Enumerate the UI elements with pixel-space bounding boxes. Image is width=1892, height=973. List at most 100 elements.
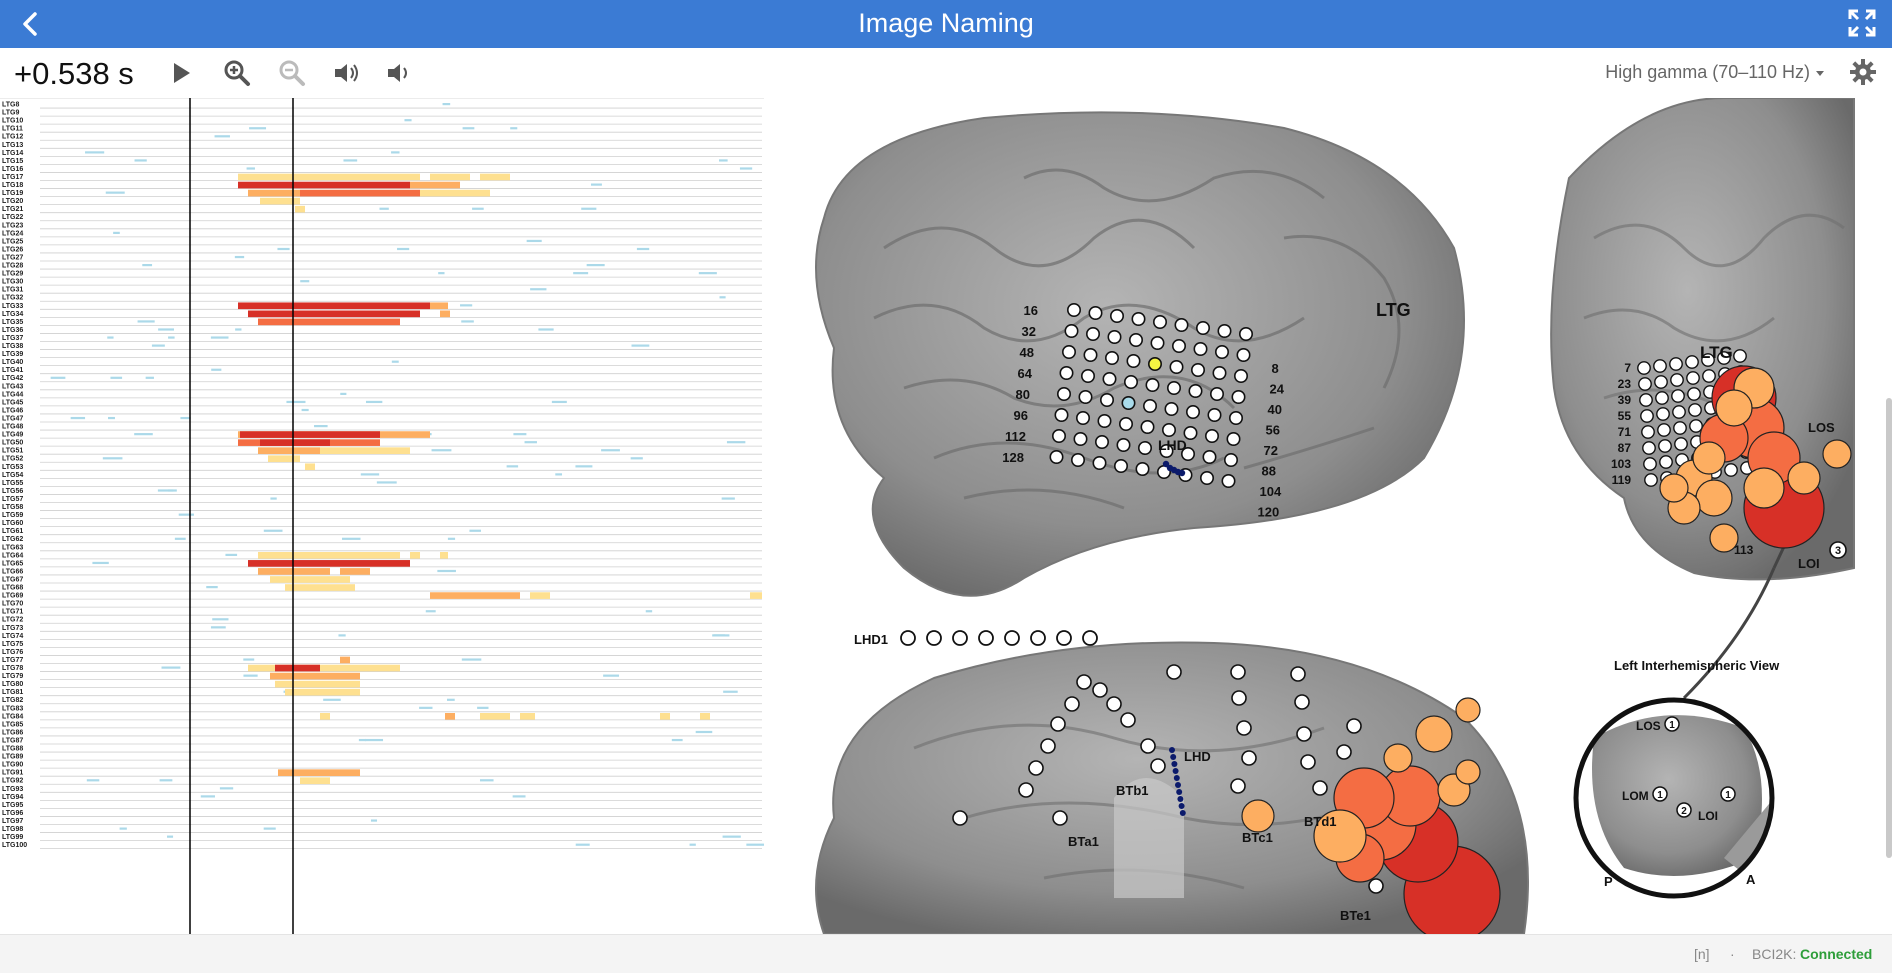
ltg-electrode[interactable]	[1142, 398, 1157, 413]
lhd1-contact[interactable]	[1004, 630, 1020, 646]
ltg-electrode[interactable]	[1238, 327, 1253, 342]
lhd-depth-contact[interactable]	[1179, 810, 1186, 816]
ltg-electrode[interactable]	[1094, 434, 1109, 449]
ltg-electrode[interactable]	[1140, 419, 1155, 434]
lhd-depth-contact[interactable]	[1175, 782, 1181, 788]
occipital-electrode[interactable]	[1659, 455, 1673, 469]
ltg-electrode[interactable]	[1104, 351, 1119, 366]
ltg-electrode[interactable]	[1066, 303, 1081, 318]
zoom-in-icon[interactable]	[222, 58, 252, 88]
ltg-electrode[interactable]	[1121, 395, 1136, 410]
ltg-electrode[interactable]	[1190, 362, 1205, 377]
occipital-electrode[interactable]	[1686, 371, 1700, 385]
lhd-depth-contact[interactable]	[1170, 754, 1177, 760]
ltg-electrode[interactable]	[1064, 324, 1079, 339]
ltg-electrode[interactable]	[1166, 380, 1181, 395]
inferior-electrode[interactable]	[1230, 664, 1246, 680]
ltg-electrode[interactable]	[1204, 428, 1219, 443]
lhd1-contact[interactable]	[926, 630, 942, 646]
inferior-electrode[interactable]	[1346, 718, 1362, 734]
ltg-electrode[interactable]	[1054, 407, 1069, 422]
ltg-electrode[interactable]	[1171, 339, 1186, 354]
ltg-electrode[interactable]	[1150, 336, 1165, 351]
ltg-electrode[interactable]	[1131, 312, 1146, 327]
occipital-electrode[interactable]	[1655, 391, 1669, 405]
ltg-electrode[interactable]	[1123, 374, 1138, 389]
occipital-electrode[interactable]	[1654, 375, 1668, 389]
inferior-electrode[interactable]	[1368, 878, 1384, 894]
fullscreen-icon[interactable]	[1846, 7, 1878, 39]
ltg-electrode[interactable]	[1195, 321, 1210, 336]
ltg-electrode[interactable]	[1188, 383, 1203, 398]
gear-icon[interactable]	[1848, 57, 1878, 87]
inferior-electrode[interactable]	[1106, 696, 1122, 712]
ltg-electrode[interactable]	[1228, 410, 1243, 425]
ltg-electrode[interactable]	[1202, 449, 1217, 464]
inferior-electrode[interactable]	[1294, 694, 1310, 710]
ltg-electrode[interactable]	[1097, 413, 1112, 428]
lhd-depth-contact[interactable]	[1169, 747, 1175, 753]
ltg-electrode[interactable]	[1199, 470, 1214, 485]
ltg-electrode[interactable]	[1113, 458, 1128, 473]
occipital-electrode[interactable]	[1671, 389, 1685, 403]
occipital-electrode[interactable]	[1687, 387, 1701, 401]
lhd1-contact[interactable]	[1056, 630, 1072, 646]
inferior-electrode[interactable]	[1166, 664, 1182, 680]
inferior-electrode[interactable]	[1050, 716, 1066, 732]
ltg-electrode[interactable]	[1070, 452, 1085, 467]
ltg-electrode[interactable]	[1147, 356, 1162, 371]
inferior-electrode[interactable]	[1312, 780, 1328, 796]
inferior-electrode[interactable]	[952, 810, 968, 826]
volume-up-icon[interactable]	[384, 58, 414, 88]
lhd-depth-contact[interactable]	[1172, 768, 1179, 774]
ltg-electrode[interactable]	[1174, 318, 1189, 333]
ltg-electrode[interactable]	[1233, 368, 1248, 383]
volume-down-icon[interactable]	[331, 58, 361, 88]
lhd-electrode[interactable]	[1178, 469, 1186, 477]
occipital-electrode[interactable]	[1639, 393, 1653, 407]
ltg-electrode[interactable]	[1221, 473, 1236, 488]
occipital-electrode[interactable]	[1637, 361, 1651, 375]
ltg-electrode[interactable]	[1217, 324, 1232, 339]
occipital-electrode[interactable]	[1641, 425, 1655, 439]
occipital-electrode[interactable]	[1724, 463, 1738, 477]
lhd1-contact[interactable]	[952, 630, 968, 646]
ltg-electrode[interactable]	[1085, 327, 1100, 342]
occipital-electrode[interactable]	[1642, 441, 1656, 455]
occipital-electrode[interactable]	[1640, 409, 1654, 423]
lhd1-contact[interactable]	[1030, 630, 1046, 646]
play-icon[interactable]	[166, 58, 196, 88]
ltg-electrode[interactable]	[1059, 365, 1074, 380]
ltg-electrode[interactable]	[1073, 431, 1088, 446]
occipital-electrode[interactable]	[1733, 349, 1747, 363]
lhd-depth-contact[interactable]	[1178, 803, 1185, 809]
inferior-electrode[interactable]	[1230, 778, 1246, 794]
ltg-electrode[interactable]	[1128, 333, 1143, 348]
occipital-electrode[interactable]	[1644, 473, 1658, 487]
inferior-electrode[interactable]	[1296, 726, 1312, 742]
ltg-electrode[interactable]	[1137, 440, 1152, 455]
ltg-electrode[interactable]	[1056, 386, 1071, 401]
ltg-electrode[interactable]	[1152, 315, 1167, 330]
occipital-electrode[interactable]	[1672, 405, 1686, 419]
ltg-electrode[interactable]	[1164, 401, 1179, 416]
ltg-electrode[interactable]	[1209, 386, 1224, 401]
inferior-electrode[interactable]	[1076, 674, 1092, 690]
ltg-electrode[interactable]	[1107, 330, 1122, 345]
occipital-electrode[interactable]	[1689, 419, 1703, 433]
ltg-electrode[interactable]	[1118, 416, 1133, 431]
band-selector[interactable]: High gamma (70–110 Hz)	[1605, 62, 1824, 83]
ltg-electrode[interactable]	[1088, 306, 1103, 321]
occipital-electrode[interactable]	[1643, 457, 1657, 471]
ltg-electrode[interactable]	[1145, 377, 1160, 392]
ltg-electrode[interactable]	[1049, 449, 1064, 464]
inferior-electrode[interactable]	[1290, 666, 1306, 682]
occipital-electrode[interactable]	[1702, 369, 1716, 383]
inferior-electrode[interactable]	[1336, 744, 1352, 760]
inferior-electrode[interactable]	[1018, 782, 1034, 798]
ltg-electrode[interactable]	[1193, 342, 1208, 357]
ltg-electrode[interactable]	[1109, 309, 1124, 324]
ltg-electrode[interactable]	[1078, 389, 1093, 404]
ltg-electrode[interactable]	[1161, 422, 1176, 437]
occipital-electrode[interactable]	[1638, 377, 1652, 391]
